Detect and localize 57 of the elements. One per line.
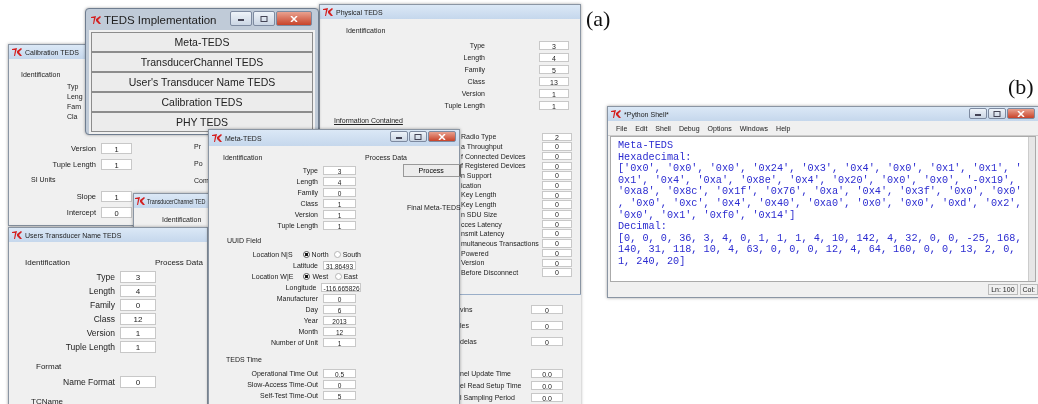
close-button[interactable] [1007, 108, 1035, 119]
radio-button[interactable] [302, 251, 310, 258]
field-label: Class [92, 314, 116, 324]
close-icon [438, 133, 446, 140]
text-field[interactable]: 12 [120, 313, 156, 325]
shell-output-line: , '0x0', '0xc', '0x4', '0x40', '0xa0', '0x0', '0x0', '0xd', '0x2', [618, 197, 1023, 210]
shell-output-line: Hexadecimal: [618, 151, 693, 163]
shell-output-line: '0x0', '0x1', '0xf0', '0x14'] [618, 209, 797, 221]
shell-output-line: ['0x0', '0x0', '0x0', '0x24', '0x3', '0x4', '0x0', '0x1', '0x1', ' [618, 163, 1023, 175]
shell-output-line: [0, 0, 0, 36, 3, 4, 0, 1, 1, 1, 4, 10, 142, 4, 32, 0, 0, -25, 168, [618, 232, 1023, 245]
maximize-icon [260, 15, 268, 22]
maximize-button[interactable] [988, 108, 1006, 119]
close-button[interactable] [428, 131, 456, 142]
radio-button[interactable] [333, 251, 341, 258]
shell-output-line: '0xa8', '0x8c', '0x1f', '0x76', '0xa', '0x4', '0x3f', '0x0', '0x0' [618, 186, 1023, 198]
section-heading: Format [35, 361, 63, 373]
field-label: Version [85, 328, 116, 338]
menu-button[interactable]: Meta-TEDS [91, 32, 313, 52]
section-heading: Identification [25, 258, 70, 267]
shell-output-line: 140, 31, 118, 10, 4, 63, 0, 0, 0, 12, 4, 64, 160, 0, 0, 13, 2, 0, [618, 244, 1017, 256]
text-field[interactable]: 4 [120, 285, 156, 297]
section-heading: Process Data [154, 258, 203, 267]
menu-button[interactable]: User's Transducer Name TEDS [91, 72, 313, 92]
text-field[interactable]: 1 [120, 341, 156, 353]
maximize-button[interactable] [409, 131, 427, 142]
menu-button[interactable]: Calibration TEDS [91, 92, 313, 112]
maximize-icon [414, 133, 422, 140]
field-label: Type [95, 272, 116, 282]
text-field[interactable]: 1 [120, 327, 156, 339]
scrollbar[interactable] [1028, 137, 1035, 281]
radio-button[interactable] [303, 273, 311, 280]
field-label: Length [88, 286, 116, 296]
minimize-button[interactable] [390, 131, 408, 142]
menu-button[interactable]: TransducerChannel TEDS [91, 52, 313, 72]
shell-output-line: 1, 240, 20] [618, 255, 687, 268]
window-title: TEDS Implementation [104, 13, 217, 26]
field-label: Family [88, 300, 116, 310]
shell-output-line: Meta-TEDS [618, 140, 675, 152]
menu-button[interactable]: PHY TEDS [91, 112, 313, 132]
figure-label: (b) [1008, 74, 1034, 100]
shell-output-line: Decimal: [618, 221, 668, 233]
maximize-button[interactable] [253, 11, 275, 26]
field-label: Tuple Length [64, 342, 116, 352]
close-icon [1017, 110, 1025, 117]
shell-output-line: 0x1', '0x4', '0xa', '0x8e', '0x4', '0x20', '0x0', '0x0', '-0x19', [618, 174, 1017, 186]
maximize-icon [993, 110, 1001, 117]
close-button[interactable] [276, 11, 312, 26]
close-icon [290, 15, 298, 22]
text-field[interactable]: 3 [120, 271, 156, 283]
text-field[interactable]: 0 [120, 299, 156, 311]
radio-button[interactable] [334, 273, 342, 280]
figure-label: (a) [586, 6, 611, 32]
field-label: Name Format [62, 377, 116, 387]
minimize-button[interactable] [230, 11, 252, 26]
minimize-button[interactable] [969, 108, 987, 119]
section-heading: TCName [30, 396, 64, 404]
text-field[interactable]: 0 [120, 376, 156, 388]
